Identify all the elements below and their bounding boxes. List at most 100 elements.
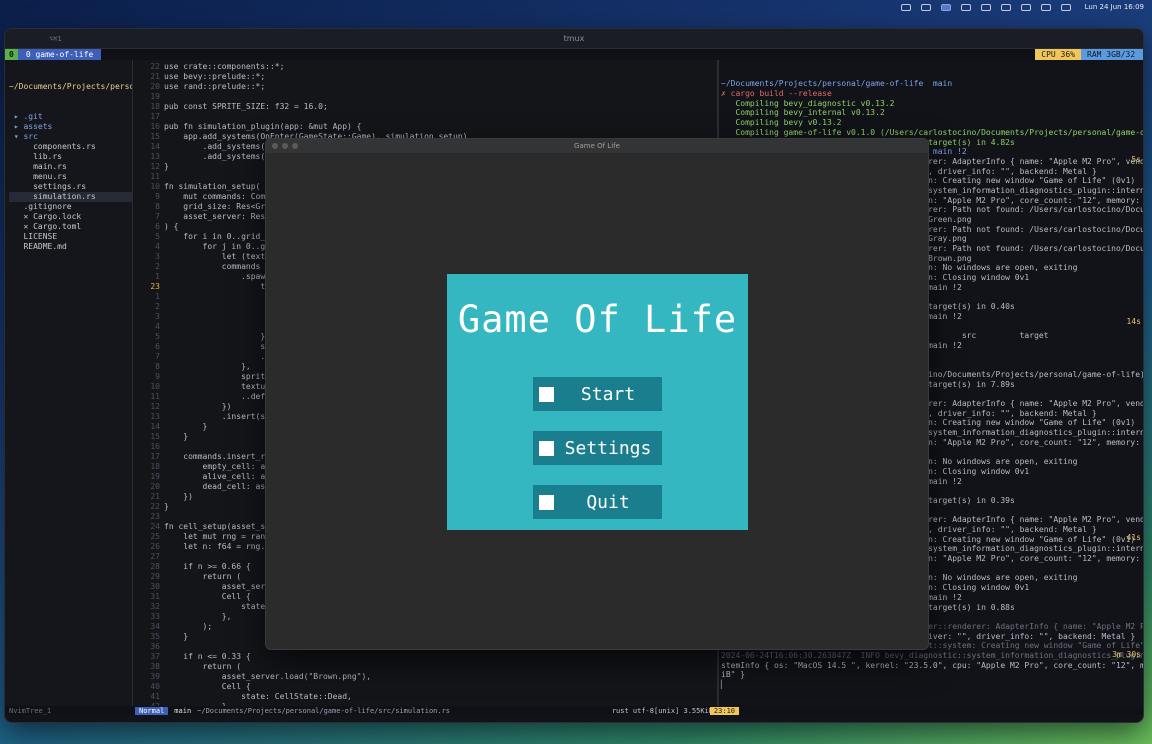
git-branch: main: [174, 706, 192, 715]
line-number: 6: [155, 342, 160, 351]
ram-status: RAM 3GB/32 GB: [1081, 49, 1143, 70]
line-number: 14: [150, 142, 160, 151]
line-number: 40: [150, 682, 160, 691]
menubar-clock[interactable]: Lun 24 Jun 16:09: [1085, 3, 1144, 11]
line-number: 32: [150, 602, 160, 611]
status-icon[interactable]: [900, 3, 911, 11]
line-number: 15: [150, 132, 160, 141]
minimize-icon[interactable]: [282, 143, 288, 149]
tree-item[interactable]: LICENSE: [9, 232, 132, 242]
search-icon[interactable]: [1040, 3, 1051, 11]
line-number: 6: [155, 222, 160, 231]
close-icon[interactable]: [272, 143, 278, 149]
quit-button[interactable]: Quit: [533, 485, 662, 519]
line-number: 41: [150, 692, 160, 701]
line-number: 26: [150, 542, 160, 551]
shell-line: Compiling bevy_diagnostic v0.13.2: [721, 98, 895, 108]
line-number: 27: [150, 552, 160, 561]
tree-item[interactable]: ✕ Cargo.toml: [9, 222, 132, 232]
code-line[interactable]: return (: [164, 662, 467, 672]
line-number: 22: [150, 62, 160, 71]
code-line[interactable]: Cell {: [164, 682, 467, 692]
line-number: 12: [150, 162, 160, 171]
terminal-title: tmux: [563, 34, 585, 43]
start-label: Start: [580, 383, 636, 405]
code-line[interactable]: use bevy::prelude::*;: [164, 72, 467, 82]
shell-line: iB" }: [721, 670, 746, 680]
line-number: 9: [155, 192, 160, 201]
terminal-titlebar[interactable]: ⌥⌘1 tmux: [5, 29, 1143, 49]
shell-line: 2024-06-24T16:06:30.263847Z INFO bevy_di…: [721, 650, 1144, 660]
tree-item[interactable]: README.md: [9, 242, 132, 252]
line-number: 33: [150, 612, 160, 621]
control-center-icon[interactable]: [1060, 3, 1071, 11]
settings-button[interactable]: Settings: [533, 431, 662, 465]
code-line[interactable]: use crate::components::*;: [164, 62, 467, 72]
tree-root: ~/Documents/Projects/personal/: [9, 82, 133, 91]
start-button[interactable]: Start: [533, 377, 662, 411]
status-icon[interactable]: [920, 3, 931, 11]
tree-item[interactable]: menu.rs: [9, 172, 132, 182]
vim-mode: Normal: [135, 706, 169, 715]
active-space-icon[interactable]: [940, 3, 951, 11]
line-number: 5: [155, 332, 160, 341]
tree-item[interactable]: .gitignore: [9, 202, 132, 212]
line-number: 19: [150, 92, 160, 101]
tmux-window-name[interactable]: 0 game-of-life: [17, 49, 102, 60]
tree-item[interactable]: settings.rs: [9, 182, 132, 192]
line-number: 30: [150, 582, 160, 591]
status-icon[interactable]: [980, 3, 991, 11]
wifi-icon[interactable]: [1020, 3, 1031, 11]
status-icon[interactable]: [960, 3, 971, 11]
code-line[interactable]: pub fn simulation_plugin(app: &mut App) …: [164, 122, 467, 132]
line-number: 17: [150, 452, 160, 461]
line-number: 28: [150, 562, 160, 571]
timer-badge: 5s: [1131, 155, 1141, 164]
tree-item[interactable]: ▸ assets: [9, 122, 132, 132]
line-number: 12: [150, 402, 160, 411]
line-number: 14: [150, 422, 160, 431]
line-number: 1: [155, 292, 160, 301]
tree-item[interactable]: simulation.rs: [9, 192, 132, 202]
tree-item[interactable]: main.rs: [9, 162, 132, 172]
code-line[interactable]: if n <= 0.33 {: [164, 652, 467, 662]
tmux-window-index[interactable]: 0: [5, 49, 18, 60]
line-number: 3: [155, 312, 160, 321]
code-line[interactable]: [164, 112, 467, 122]
line-number: 8: [155, 362, 160, 371]
cursor-position: 23:10: [709, 706, 739, 715]
line-number: 23: [150, 512, 160, 521]
code-line[interactable]: pub const SPRITE_SIZE: f32 = 16.0;: [164, 102, 467, 112]
tree-item[interactable]: lib.rs: [9, 152, 132, 162]
line-number: 36: [150, 642, 160, 651]
main-menu-panel: Game Of Life Start Settings Quit: [447, 274, 748, 530]
line-number: 15: [150, 432, 160, 441]
battery-icon[interactable]: [1000, 3, 1011, 11]
file-info: rust utf-8[unix] 3.55KiB: [611, 706, 713, 715]
code-line[interactable]: asset_server.load("Brown.png"),: [164, 672, 467, 682]
shell-line: Compiling bevy v0.13.2: [721, 118, 842, 128]
tree-item[interactable]: ✕ Cargo.lock: [9, 212, 132, 222]
zoom-icon[interactable]: [292, 143, 298, 149]
tree-item[interactable]: ▾ src: [9, 132, 132, 142]
code-line[interactable]: state: CellState::Dead,: [164, 692, 467, 702]
timer-badge: 14s: [1126, 317, 1141, 326]
line-number: 31: [150, 592, 160, 601]
line-number: 13: [150, 152, 160, 161]
line-number: 16: [150, 442, 160, 451]
cpu-status: CPU 36%: [1035, 49, 1081, 60]
line-number: 3: [155, 252, 160, 261]
timer-badge: 41s: [1126, 533, 1141, 542]
tree-item[interactable]: ▸ .git: [9, 112, 132, 122]
code-line[interactable]: [164, 92, 467, 102]
game-titlebar[interactable]: Game Of Life: [266, 139, 928, 153]
shell-line: ▏: [721, 680, 726, 690]
line-number: 19: [150, 472, 160, 481]
window-controls: [272, 143, 298, 149]
line-number: 35: [150, 632, 160, 641]
line-number: 38: [150, 662, 160, 671]
tree-item[interactable]: components.rs: [9, 142, 132, 152]
line-number: 9: [155, 372, 160, 381]
code-line[interactable]: use rand::prelude::*;: [164, 82, 467, 92]
file-path: ~/Documents/Projects/personal/game-of-li…: [197, 706, 451, 715]
